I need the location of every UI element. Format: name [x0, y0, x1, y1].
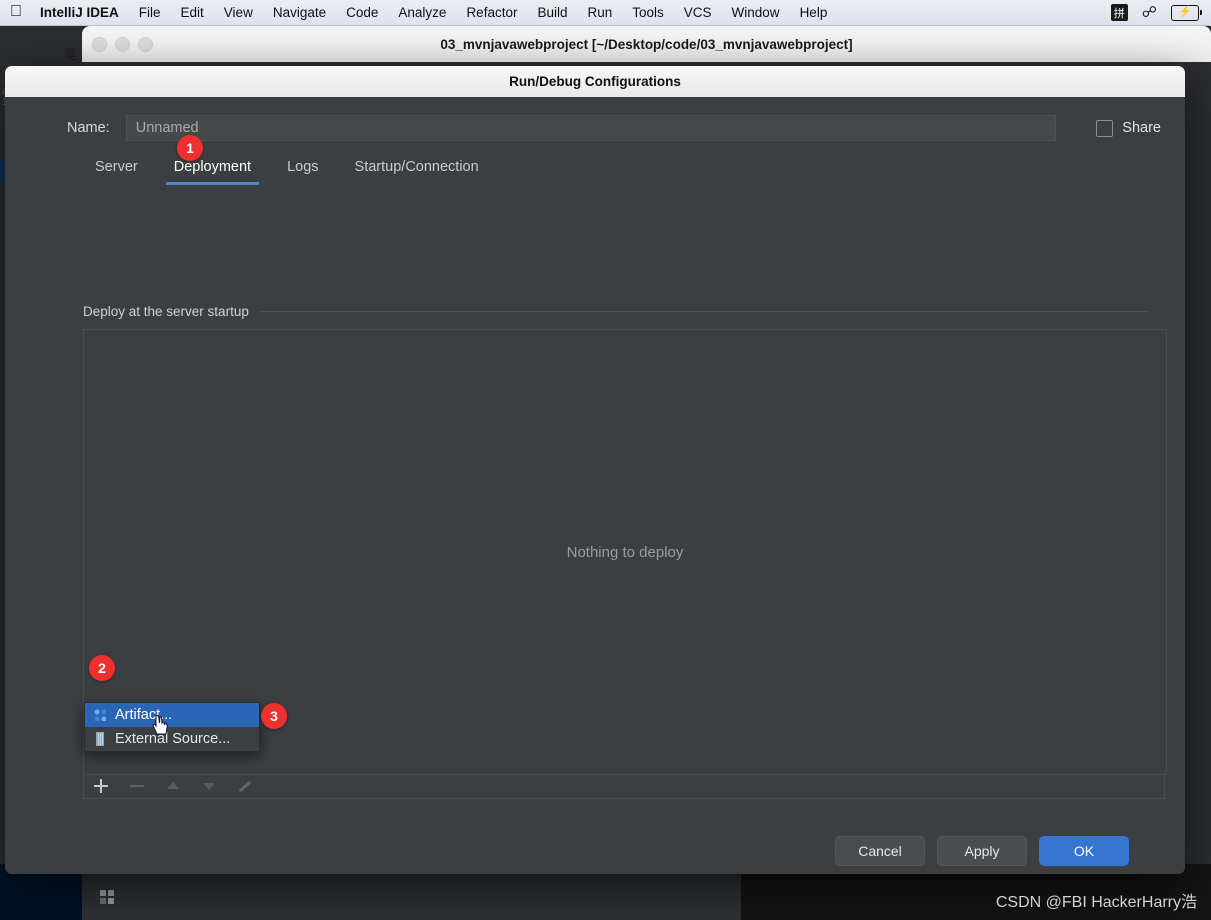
- menu-item-vcs[interactable]: VCS: [674, 5, 722, 20]
- share-checkbox-group[interactable]: Share: [1096, 119, 1169, 137]
- menu-item-tools[interactable]: Tools: [622, 5, 674, 20]
- menu-item-run[interactable]: Run: [578, 5, 623, 20]
- tab-deployment[interactable]: Deployment: [156, 153, 269, 185]
- apple-logo-icon[interactable]: : [10, 3, 22, 20]
- cancel-button[interactable]: Cancel: [835, 836, 925, 866]
- dialog-button-bar: Cancel Apply OK: [5, 828, 1185, 874]
- menu-item-app-name[interactable]: IntelliJ IDEA: [36, 5, 129, 20]
- menu-bar-status-area: 拼 ☍ ⚡: [1110, 4, 1211, 21]
- macos-menu-bar:  IntelliJ IDEA File Edit View Navigate …: [0, 0, 1211, 26]
- watermark: CSDN @FBI HackerHarry浩: [995, 894, 1197, 911]
- grid-icon[interactable]: [100, 890, 114, 904]
- empty-state-text: Nothing to deploy: [566, 543, 684, 561]
- move-down-button[interactable]: [200, 777, 218, 795]
- menu-item-refactor[interactable]: Refactor: [456, 5, 527, 20]
- ide-window-title: 03_mvnjavawebproject [~/Desktop/code/03_…: [440, 36, 853, 52]
- dialog-title: Run/Debug Configurations: [509, 74, 681, 89]
- input-method-icon[interactable]: 拼: [1110, 4, 1128, 21]
- external-source-book-icon: [93, 732, 107, 746]
- deployment-toolbar: [83, 773, 1165, 799]
- popup-item-external-source-label: External Source...: [115, 731, 231, 747]
- menu-item-help[interactable]: Help: [790, 5, 838, 20]
- annotation-badge-3: 3: [261, 703, 287, 729]
- menu-item-code[interactable]: Code: [336, 5, 388, 20]
- annotation-badge-2: 2: [89, 655, 115, 681]
- edit-pencil-button[interactable]: [236, 777, 254, 795]
- bluetooth-icon[interactable]: ☍: [1142, 5, 1157, 20]
- tab-logs[interactable]: Logs: [269, 153, 336, 185]
- menu-item-navigate[interactable]: Navigate: [263, 5, 336, 20]
- ime-indicator: 笔: [64, 48, 78, 63]
- popup-item-artifact[interactable]: Artifact...: [85, 703, 259, 727]
- dialog-title-bar: Run/Debug Configurations: [5, 66, 1185, 98]
- menu-item-analyze[interactable]: Analyze: [388, 5, 456, 20]
- dialog-body: Name: Unnamed Share Server Deployment Lo…: [5, 97, 1185, 874]
- move-up-button[interactable]: [164, 777, 182, 795]
- tab-startup-connection[interactable]: Startup/Connection: [337, 153, 497, 185]
- deploy-group-header: Deploy at the server startup: [83, 303, 1149, 319]
- deploy-group-label: Deploy at the server startup: [83, 303, 249, 319]
- tab-server[interactable]: Server: [77, 153, 156, 185]
- annotation-badge-1: 1: [177, 135, 203, 161]
- menu-item-build[interactable]: Build: [527, 5, 577, 20]
- ok-button[interactable]: OK: [1039, 836, 1129, 866]
- dialog-tabs: Server Deployment Logs Startup/Connectio…: [77, 153, 497, 185]
- apply-button[interactable]: Apply: [937, 836, 1027, 866]
- run-debug-configurations-dialog: Run/Debug Configurations Name: Unnamed S…: [5, 66, 1185, 874]
- menu-item-window[interactable]: Window: [722, 5, 790, 20]
- artifact-diamond-icon: [93, 708, 107, 722]
- screen-root:  IntelliJ IDEA File Edit View Navigate …: [0, 0, 1211, 920]
- popup-item-external-source[interactable]: External Source...: [85, 727, 259, 751]
- share-checkbox[interactable]: [1096, 119, 1114, 137]
- menu-item-file[interactable]: File: [129, 5, 171, 20]
- add-deployment-popup-menu: Artifact... External Source...: [84, 702, 260, 752]
- share-label: Share: [1122, 120, 1161, 136]
- menu-item-view[interactable]: View: [214, 5, 263, 20]
- name-label: Name:: [67, 120, 110, 136]
- ide-title-bar: 03_mvnjavawebproject [~/Desktop/code/03_…: [82, 26, 1211, 63]
- menu-item-edit[interactable]: Edit: [171, 5, 214, 20]
- name-row: Name: Unnamed Share: [67, 113, 1169, 143]
- remove-button[interactable]: [128, 777, 146, 795]
- group-divider: [258, 310, 1149, 312]
- battery-charging-icon[interactable]: ⚡: [1171, 4, 1202, 21]
- add-button[interactable]: [92, 777, 110, 795]
- popup-item-artifact-label: Artifact...: [115, 707, 173, 723]
- name-input[interactable]: Unnamed: [125, 115, 1056, 141]
